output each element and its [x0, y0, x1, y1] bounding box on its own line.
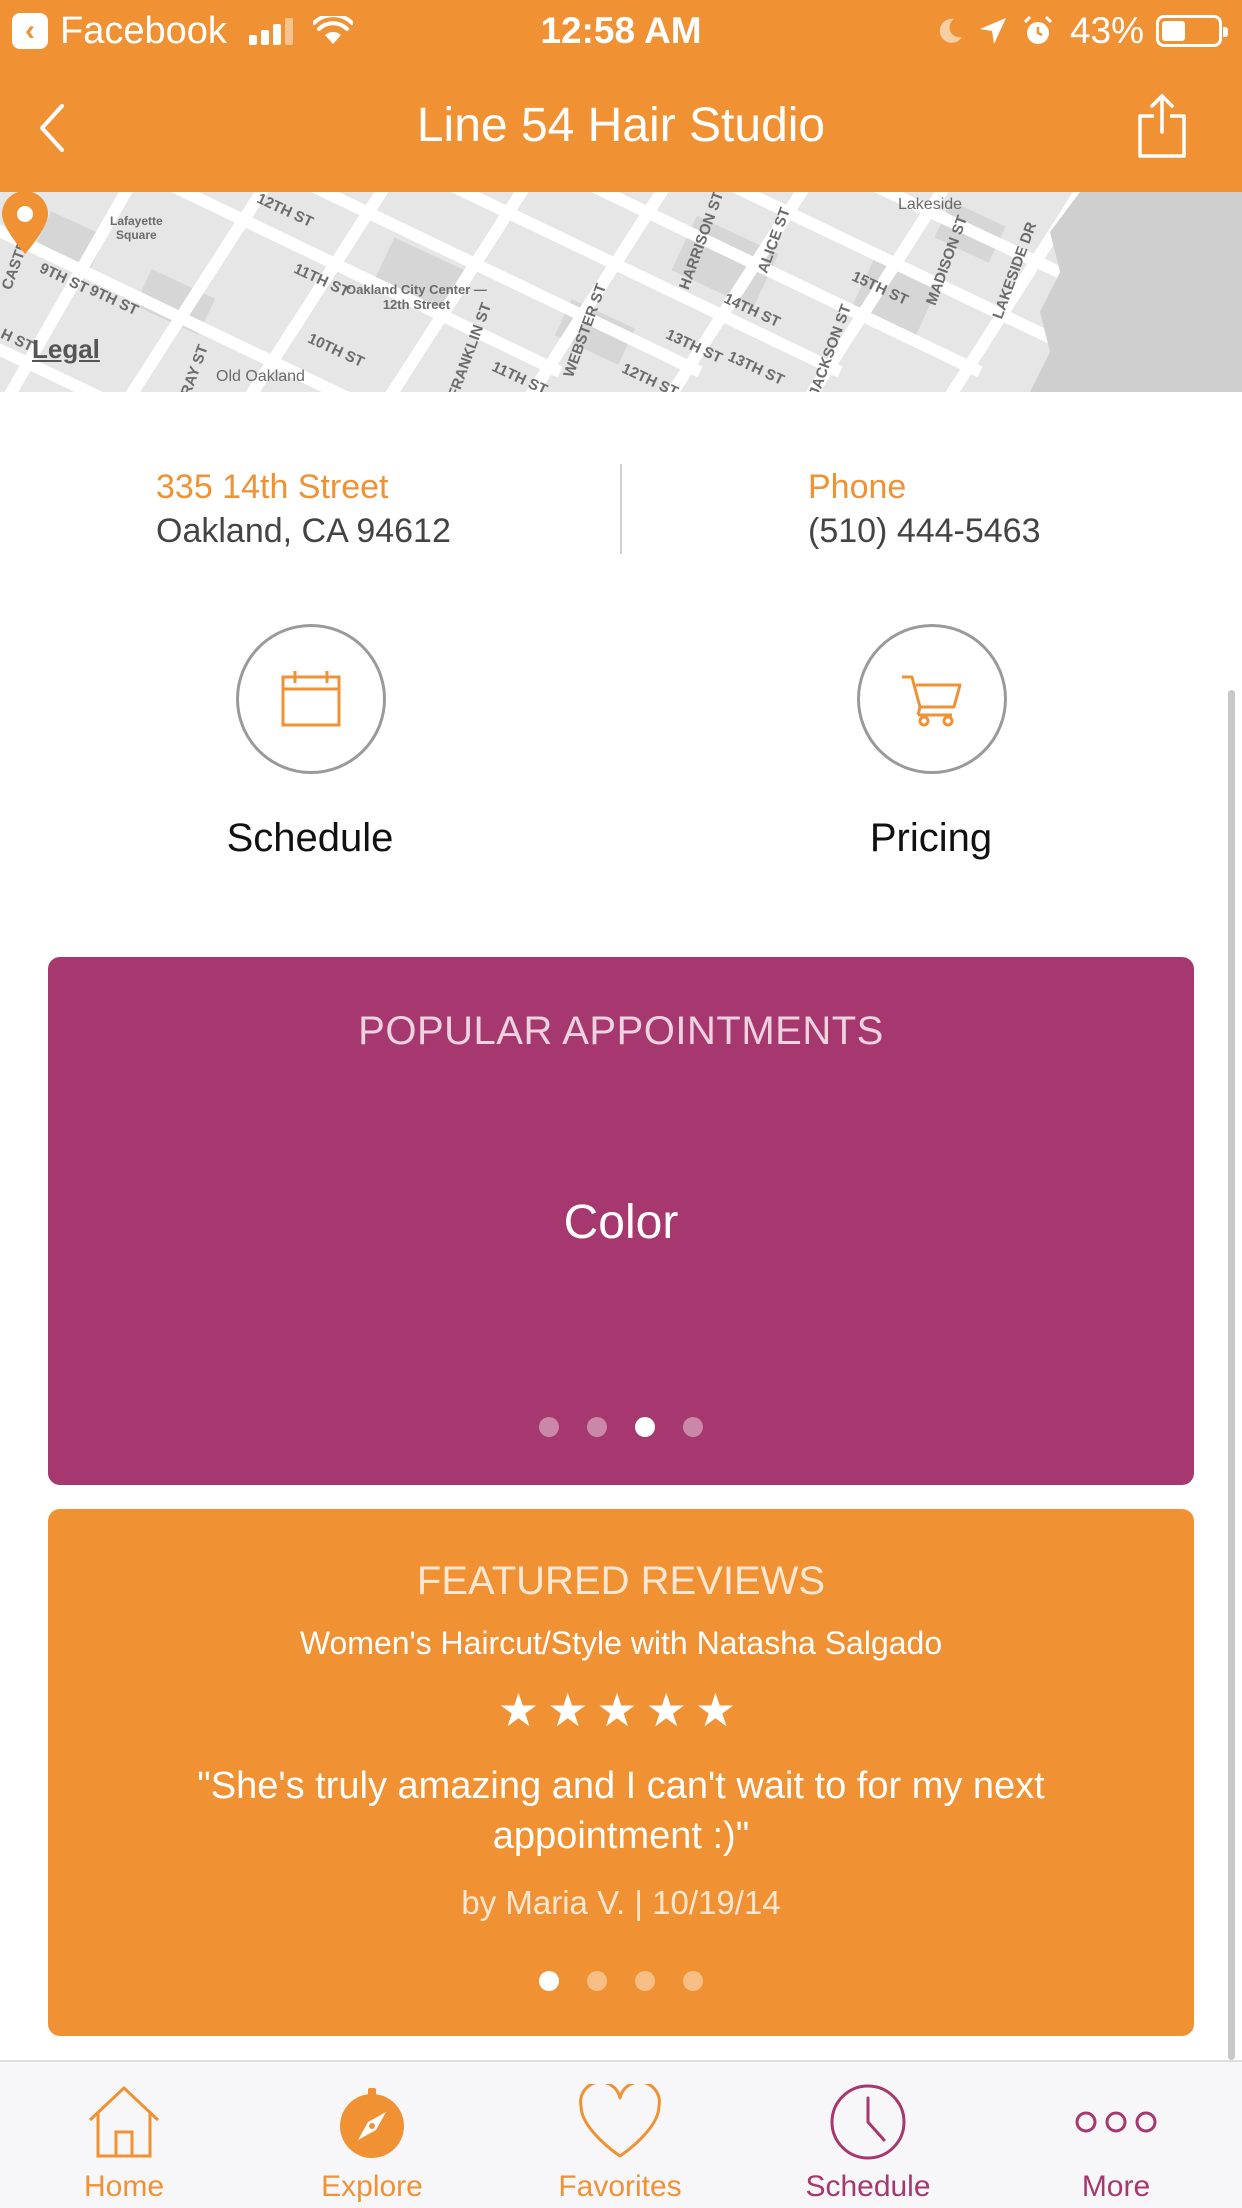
popular-page-dot-active[interactable]	[635, 1417, 655, 1437]
navigation-bar: Line 54 Hair Studio	[0, 62, 1242, 192]
pricing-label: Pricing	[869, 816, 993, 860]
tab-schedule[interactable]: Schedule	[744, 2062, 992, 2208]
reviews-page-dot-active[interactable]	[539, 1971, 559, 1991]
popular-page-dot[interactable]	[539, 1417, 559, 1437]
tab-more[interactable]: More	[992, 2062, 1240, 2208]
heart-icon	[579, 2084, 661, 2158]
map-streets	[0, 192, 1242, 392]
status-bar: ‹ Facebook 12:58 AM 43%	[0, 0, 1242, 62]
tab-schedule-label: Schedule	[805, 2170, 931, 2203]
do-not-disturb-icon	[939, 18, 962, 43]
alarm-icon	[1023, 15, 1052, 44]
tab-home[interactable]: Home	[0, 2062, 248, 2208]
cart-icon	[902, 675, 962, 727]
location-pin-icon[interactable]	[0, 192, 50, 256]
battery-percent: 43%	[1069, 10, 1144, 51]
page-title: Line 54 Hair Studio	[416, 99, 826, 152]
tab-home-label: Home	[83, 2170, 165, 2203]
reviews-page-dot[interactable]	[635, 1971, 655, 1991]
map-legal-link[interactable]: Legal	[32, 334, 100, 365]
scrollbar[interactable]	[1228, 690, 1235, 2060]
more-icon	[1075, 2111, 1157, 2133]
review-service: Women's Haircut/Style with Natasha Salga…	[299, 1625, 943, 1661]
popular-appointments-card[interactable]: POPULAR APPOINTMENTS Color	[48, 957, 1194, 1485]
map-label: Lafayette Square	[110, 214, 163, 242]
tab-favorites[interactable]: Favorites	[496, 2062, 744, 2208]
schedule-circle	[236, 624, 386, 774]
tab-favorites-label: Favorites	[558, 2170, 682, 2203]
review-quote: "She's truly amazing and I can't wait to…	[197, 1765, 1045, 1857]
pricing-circle	[857, 624, 1007, 774]
map-transit-label: Oakland City Center — 12th Street	[346, 282, 487, 312]
clock-icon	[830, 2084, 906, 2160]
tab-more-label: More	[1081, 2170, 1151, 2203]
featured-reviews-card[interactable]: FEATURED REVIEWS Women's Haircut/Style w…	[48, 1509, 1194, 2036]
location-arrow-icon	[979, 18, 1006, 44]
contact-info: 335 14th Street Oakland, CA 94612 Phone …	[0, 392, 1242, 582]
tab-bar: Home Explore Favorites Schedule More	[0, 2060, 1242, 2208]
reviews-page-dot[interactable]	[683, 1971, 703, 1991]
home-icon	[88, 2086, 160, 2158]
popular-page-indicator[interactable]	[48, 1417, 1194, 1437]
address-city: Oakland, CA 94612	[156, 512, 451, 550]
popular-appointments-title: POPULAR APPOINTMENTS	[358, 1009, 884, 1053]
phone-label[interactable]: Phone	[808, 468, 906, 507]
schedule-label: Schedule	[226, 816, 394, 860]
location-map[interactable]: Lafayette Square 12TH ST CASTRO ST 9TH S…	[0, 192, 1242, 392]
address-street[interactable]: 335 14th Street	[156, 468, 389, 507]
reviews-page-indicator[interactable]	[48, 1971, 1194, 1991]
pricing-button[interactable]: Pricing	[781, 624, 1081, 874]
compass-icon	[340, 2088, 404, 2158]
featured-reviews-title: FEATURED REVIEWS	[416, 1559, 826, 1603]
calendar-icon	[281, 671, 341, 727]
review-star-rating: ★★★★★	[497, 1684, 745, 1736]
share-icon[interactable]	[1134, 90, 1190, 160]
tab-explore-label: Explore	[321, 2170, 423, 2203]
popular-page-dot[interactable]	[683, 1417, 703, 1437]
battery-icon	[1156, 15, 1228, 47]
schedule-button[interactable]: Schedule	[160, 624, 460, 874]
map-label: Old Oakland	[216, 368, 305, 385]
popular-page-dot[interactable]	[587, 1417, 607, 1437]
popular-appointment-item[interactable]: Color	[48, 1195, 1194, 1250]
review-byline: by Maria V. | 10/19/14	[461, 1884, 781, 1921]
reviews-page-dot[interactable]	[587, 1971, 607, 1991]
phone-number[interactable]: (510) 444-5463	[808, 512, 1041, 551]
tab-explore[interactable]: Explore	[248, 2062, 496, 2208]
map-label: Lakeside	[898, 196, 963, 213]
contact-divider	[620, 464, 622, 554]
